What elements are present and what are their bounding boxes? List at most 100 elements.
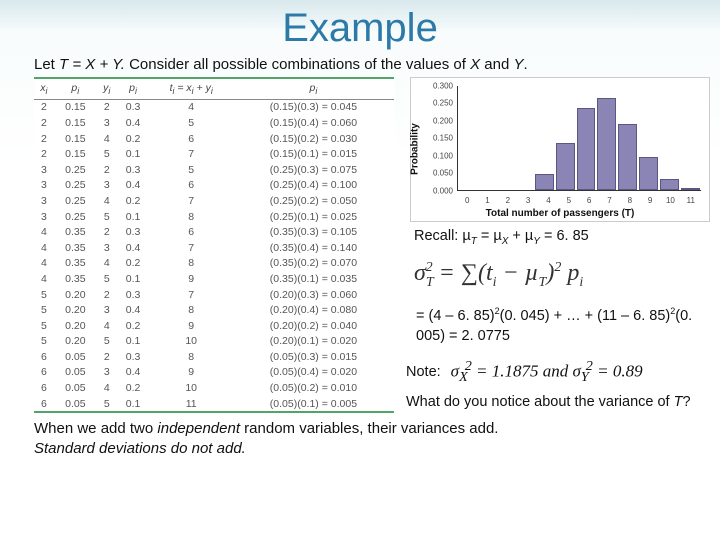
table-cell: 5 xyxy=(34,287,54,303)
histogram-bar xyxy=(556,143,575,190)
recall-text: Recall: µT = µX + µY = 6. 85 xyxy=(414,228,712,247)
table-cell: 0.35 xyxy=(54,256,97,272)
note-formula: σX2 = 1.1875 and σY2 = 0.89 xyxy=(451,358,643,386)
recall-part: + µ xyxy=(508,228,533,244)
table-cell: 0.4 xyxy=(117,365,150,381)
table-cell: 0.35 xyxy=(54,271,97,287)
table-cell: (0.15)(0.4) = 0.060 xyxy=(233,115,394,131)
table-row: 30.2530.46(0.25)(0.4) = 0.100 xyxy=(34,178,394,194)
x-tick: 5 xyxy=(559,196,579,205)
table-cell: 2 xyxy=(34,146,54,162)
table-cell: 2 xyxy=(97,224,117,240)
y-tick: 0.100 xyxy=(433,151,453,160)
table-cell: 10 xyxy=(150,380,233,396)
variance-formula: σT2 = ∑(ti − µT)2 pi xyxy=(414,260,712,291)
table-cell: 0.2 xyxy=(117,318,150,334)
table-cell: 9 xyxy=(150,318,233,334)
intro-var: X xyxy=(470,56,480,73)
table-cell: 7 xyxy=(150,287,233,303)
histogram-bar xyxy=(681,188,700,190)
table-cell: 0.15 xyxy=(54,115,97,131)
table-cell: (0.05)(0.1) = 0.005 xyxy=(233,396,394,412)
x-tick: 11 xyxy=(681,196,701,205)
table-row: 30.2540.27(0.25)(0.2) = 0.050 xyxy=(34,193,394,209)
table-cell: 3 xyxy=(34,209,54,225)
calc-part: = (4 – 6. 85) xyxy=(416,308,495,324)
y-tick: 0.300 xyxy=(433,81,453,90)
intro-part: Consider all possible combinations of th… xyxy=(125,56,470,73)
table-cell: 2 xyxy=(34,99,54,115)
table-cell: 0.15 xyxy=(54,99,97,115)
table-cell: (0.35)(0.3) = 0.105 xyxy=(233,224,394,240)
table-cell: 0.05 xyxy=(54,380,97,396)
table-cell: 0.35 xyxy=(54,240,97,256)
table-cell: (0.05)(0.2) = 0.010 xyxy=(233,380,394,396)
table-cell: 0.1 xyxy=(117,209,150,225)
table-header: yi xyxy=(97,79,117,100)
x-tick: 7 xyxy=(599,196,619,205)
table-cell: 0.2 xyxy=(117,256,150,272)
table-cell: 0.15 xyxy=(54,146,97,162)
sub-y: Y xyxy=(533,235,540,246)
table-cell: (0.05)(0.4) = 0.020 xyxy=(233,365,394,381)
table-cell: 3 xyxy=(34,178,54,194)
table-cell: 3 xyxy=(97,178,117,194)
table-cell: 0.1 xyxy=(117,146,150,162)
table-cell: 5 xyxy=(34,318,54,334)
table-cell: (0.20)(0.3) = 0.060 xyxy=(233,287,394,303)
y-tick: 0.050 xyxy=(433,169,453,178)
table-cell: 0.4 xyxy=(117,302,150,318)
recall-part: = µ xyxy=(477,228,502,244)
table-cell: (0.35)(0.1) = 0.035 xyxy=(233,271,394,287)
page-title: Example xyxy=(0,0,720,51)
table-cell: 0.1 xyxy=(117,396,150,412)
table-cell: 2 xyxy=(34,115,54,131)
table-cell: 10 xyxy=(150,334,233,350)
table-cell: 8 xyxy=(150,209,233,225)
table-cell: (0.20)(0.4) = 0.080 xyxy=(233,302,394,318)
table-cell: 3 xyxy=(34,193,54,209)
x-tick: 6 xyxy=(579,196,599,205)
table-row: 50.2030.48(0.20)(0.4) = 0.080 xyxy=(34,302,394,318)
table-row: 20.1530.45(0.15)(0.4) = 0.060 xyxy=(34,115,394,131)
probability-histogram: Probability 0.0000.0500.1000.1500.2000.2… xyxy=(410,77,710,222)
bottom-part: When we add two xyxy=(34,420,157,437)
table-cell: 0.15 xyxy=(54,131,97,147)
histogram-bar xyxy=(639,157,658,190)
table-row: 60.0520.38(0.05)(0.3) = 0.015 xyxy=(34,349,394,365)
table-row: 30.2520.35(0.25)(0.3) = 0.075 xyxy=(34,162,394,178)
x-tick: 8 xyxy=(620,196,640,205)
table-row: 40.3520.36(0.35)(0.3) = 0.105 xyxy=(34,224,394,240)
note-label: Note: xyxy=(406,364,441,380)
table-cell: 7 xyxy=(150,146,233,162)
recall-part: Recall: µ xyxy=(414,228,471,244)
table-cell: 0.05 xyxy=(54,396,97,412)
table-cell: 5 xyxy=(97,271,117,287)
table-row: 50.2020.37(0.20)(0.3) = 0.060 xyxy=(34,287,394,303)
q-part: What do you notice about the variance of xyxy=(406,394,674,410)
table-cell: 4 xyxy=(34,224,54,240)
table-header: pi xyxy=(233,79,394,100)
table-cell: 4 xyxy=(34,256,54,272)
table-cell: 3 xyxy=(97,115,117,131)
table-cell: (0.25)(0.1) = 0.025 xyxy=(233,209,394,225)
table-cell: 5 xyxy=(34,302,54,318)
chart-ylabel: Probability xyxy=(410,123,421,175)
table-cell: 3 xyxy=(97,240,117,256)
histogram-bar xyxy=(660,179,679,189)
table-cell: 8 xyxy=(150,302,233,318)
table-cell: 0.3 xyxy=(117,162,150,178)
table-cell: (0.05)(0.3) = 0.015 xyxy=(233,349,394,365)
table-header: xi xyxy=(34,79,54,100)
table-cell: 5 xyxy=(97,209,117,225)
table-cell: (0.15)(0.1) = 0.015 xyxy=(233,146,394,162)
table-cell: 4 xyxy=(97,318,117,334)
table-row: 60.0550.111(0.05)(0.1) = 0.005 xyxy=(34,396,394,412)
y-tick: 0.150 xyxy=(433,134,453,143)
table-cell: 0.1 xyxy=(117,334,150,350)
histogram-bar xyxy=(535,174,554,190)
table-cell: (0.20)(0.2) = 0.040 xyxy=(233,318,394,334)
table-cell: 6 xyxy=(150,178,233,194)
table-cell: 5 xyxy=(34,334,54,350)
chart-xlabel: Total number of passengers (T) xyxy=(486,208,635,219)
